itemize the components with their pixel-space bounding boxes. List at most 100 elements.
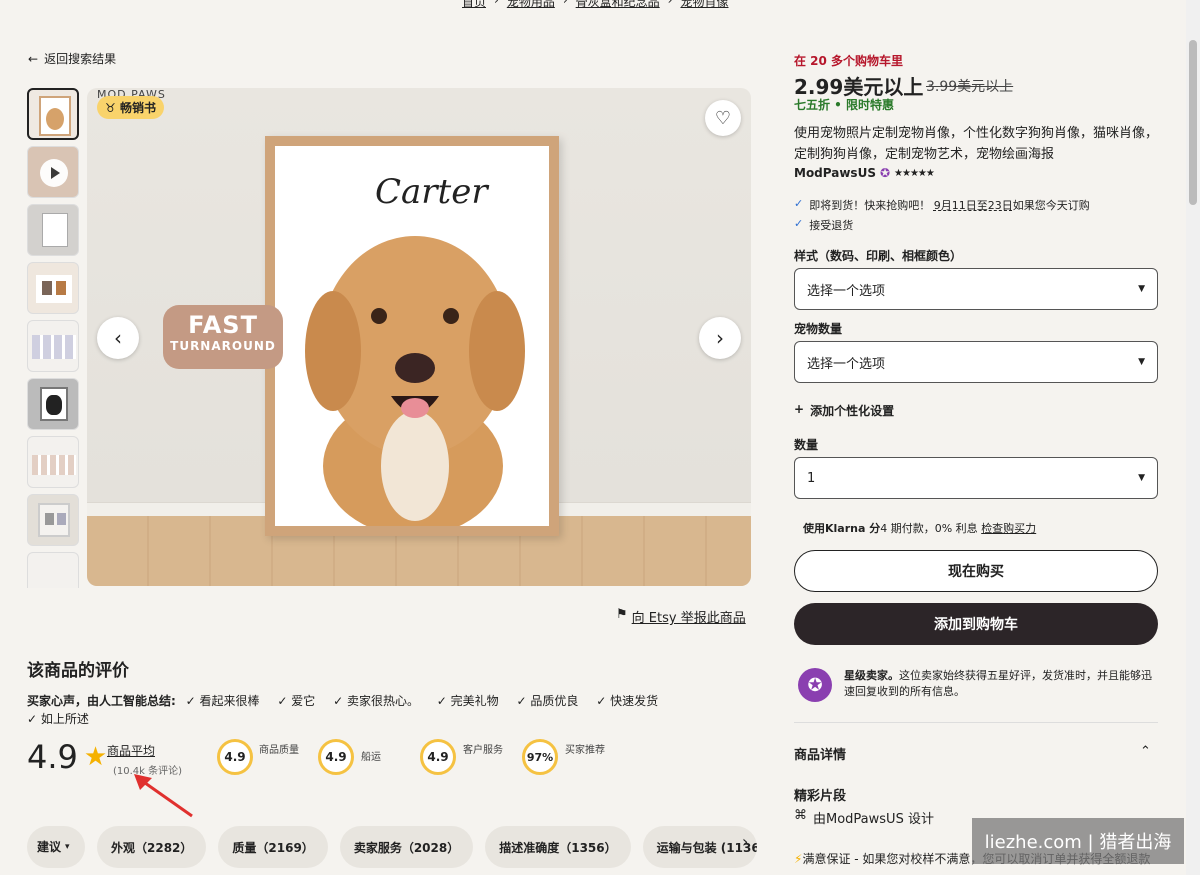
highlight-chip: ✓ 爱它 xyxy=(277,694,316,708)
score-shipping-label: 船运 xyxy=(361,752,381,763)
chevron-right-icon: › xyxy=(716,326,724,350)
thumbnail-6[interactable] xyxy=(27,378,79,430)
page-scrollbar[interactable] xyxy=(1186,0,1200,875)
star-icon: ★ xyxy=(83,742,108,772)
delivery-estimate: ✓ 即将到货！快来抢购吧！ 9月11日至23日如果您今天订购 xyxy=(794,197,1090,212)
chevron-up-icon[interactable]: ⌃ xyxy=(1140,744,1151,759)
rating-value: 4.9 xyxy=(27,738,78,776)
klarna-check-link[interactable]: 检查购买力 xyxy=(981,522,1036,535)
style-label: 样式（数码、印刷、相框颜色） xyxy=(794,249,963,263)
thumbnail-video[interactable] xyxy=(27,146,79,198)
play-icon xyxy=(40,159,68,187)
highlights-header: 精彩片段 xyxy=(794,789,847,804)
prev-image-button[interactable]: ‹ xyxy=(97,317,139,359)
flag-icon: ⚑ xyxy=(616,607,628,622)
filter-quality[interactable]: 质量（2169） xyxy=(218,826,328,868)
thumbnail-1[interactable] xyxy=(27,88,79,140)
klarna-info: 使用Klarna 分4 期付款，0% 利息 检查购买力 xyxy=(803,522,1037,535)
returns-info: ✓ 接受退货 xyxy=(794,217,854,232)
main-product-image: Carter MOD PAWS ♉ 畅销书 ♡ ‹ › FAST TURNARO… xyxy=(87,88,751,586)
item-details-header[interactable]: 商品详情 xyxy=(794,744,846,763)
highlight-chip: ✓ 完美礼物 xyxy=(436,694,499,708)
highlight-chip: ✓ 品质优良 xyxy=(516,694,579,708)
quantity-label: 数量 xyxy=(794,438,819,452)
pet-count-label: 宠物数量 xyxy=(794,322,843,336)
breadcrumb-pet-portraits[interactable]: 宠物肖像 xyxy=(680,0,728,10)
delivery-date[interactable]: 9月11日至23日 xyxy=(934,199,1013,212)
annotation-arrow-icon xyxy=(134,774,193,818)
shop-info: ModPawsUS ✪ ★★★★★ xyxy=(794,166,935,180)
buy-now-button[interactable]: 现在购买 xyxy=(794,550,1158,592)
thumbnail-strip xyxy=(27,88,81,588)
breadcrumb-pet-supplies[interactable]: 宠物用品 xyxy=(507,0,555,10)
shop-name-link[interactable]: ModPawsUS xyxy=(794,166,876,180)
fast-turnaround-label: FAST TURNAROUND xyxy=(163,305,283,369)
breadcrumb-separator-icon: › xyxy=(494,0,499,7)
score-shipping: 4.9 xyxy=(318,739,354,775)
add-to-cart-button[interactable]: 添加到购物车 xyxy=(794,603,1158,645)
filter-seller-service[interactable]: 卖家服务（2028） xyxy=(339,826,474,868)
sort-dropdown[interactable]: 建议 ▾ xyxy=(27,826,85,868)
star-seller-icon: ✪ xyxy=(879,166,891,180)
check-icon: ✓ xyxy=(794,217,804,230)
designed-by: ⌘ 由ModPawsUS 设计 xyxy=(794,808,934,827)
pet-count-select[interactable]: 选择一个选项 ▼ xyxy=(794,341,1158,383)
thumbnail-3[interactable] xyxy=(27,204,79,256)
favorite-heart-button[interactable]: ♡ xyxy=(705,100,741,136)
score-customer-service: 4.9 xyxy=(420,739,456,775)
score-quality-label: 商品质量 xyxy=(259,745,299,756)
in-carts-notice: 在 20 多个购物车里 xyxy=(794,54,904,68)
star-seller-badge-icon: ✪ xyxy=(798,668,832,702)
design-tool-icon: ⌘ xyxy=(794,808,807,823)
breadcrumb-urns[interactable]: 骨灰盒和纪念品 xyxy=(576,0,660,10)
item-average-label[interactable]: 商品平均 xyxy=(107,742,155,759)
add-personalization-button[interactable]: + 添加个性化设置 xyxy=(794,402,894,419)
trophy-icon: ♉ xyxy=(105,101,116,115)
breadcrumb-home[interactable]: 首页 xyxy=(462,0,486,10)
style-select[interactable]: 选择一个选项 ▼ xyxy=(794,268,1158,310)
score-recommend: 97% xyxy=(522,739,558,775)
highlight-chip: ✓ 卖家很热心。 xyxy=(333,694,419,708)
thumbnail-5[interactable] xyxy=(27,320,79,372)
thumbnail-8[interactable] xyxy=(27,494,79,546)
bestseller-badge: ♉ 畅销书 xyxy=(97,96,164,119)
next-image-button[interactable]: › xyxy=(699,317,741,359)
chevron-left-icon: ‹ xyxy=(114,326,122,350)
filter-accuracy[interactable]: 描述准确度（1356） xyxy=(485,826,631,868)
caret-down-icon: ▼ xyxy=(1138,473,1145,483)
quantity-select[interactable]: 1 ▼ xyxy=(794,457,1158,499)
reviews-title: 该商品的评价 xyxy=(27,661,129,681)
site-watermark: liezhe.com | 猎者出海 xyxy=(972,818,1184,864)
back-to-search-link[interactable]: ← 返回搜索结果 xyxy=(28,50,116,67)
check-icon: ✓ xyxy=(794,197,804,210)
original-price: 3.99美元以上 xyxy=(926,79,1014,95)
thumbnail-9[interactable] xyxy=(27,552,79,588)
highlight-chip: ✓ 如上所述 xyxy=(27,712,89,726)
filter-shipping[interactable]: 运输与包装 (1136) xyxy=(642,826,757,868)
caret-down-icon: ▼ xyxy=(1138,357,1145,367)
overall-rating: 4.9 ★ xyxy=(27,738,107,776)
thumbnail-4[interactable] xyxy=(27,262,79,314)
ai-summary-label: 买家心声，由人工智能总结: xyxy=(27,694,176,708)
filters-next-icon[interactable]: › xyxy=(742,832,748,851)
thumbnail-7[interactable] xyxy=(27,436,79,488)
product-title: 使用宠物照片定制宠物肖像，个性化数字狗狗肖像，猫咪肖像，定制狗狗肖像，定制宠物艺… xyxy=(794,126,1159,162)
caret-down-icon: ▼ xyxy=(1138,284,1145,294)
highlight-chip: ✓ 看起来很棒 xyxy=(185,694,260,708)
breadcrumb-separator-icon: › xyxy=(667,0,673,7)
shop-rating-stars: ★★★★★ xyxy=(894,167,935,179)
arrow-left-icon: ← xyxy=(28,51,39,66)
back-label: 返回搜索结果 xyxy=(44,52,117,66)
ai-review-summary: 买家心声，由人工智能总结: ✓ 看起来很棒 ✓ 爱它 ✓ 卖家很热心。 ✓ 完美… xyxy=(27,692,727,728)
score-quality: 4.9 xyxy=(217,739,253,775)
filter-appearance[interactable]: 外观（2282） xyxy=(97,826,207,868)
score-recommend-label: 买家推荐 xyxy=(565,745,605,756)
report-item-link[interactable]: ⚑ 向 Etsy 举报此商品 xyxy=(616,607,746,626)
caret-down-icon: ▾ xyxy=(65,842,70,852)
highlight-chip: ✓ 快速发货 xyxy=(596,694,659,708)
breadcrumb-separator-icon: › xyxy=(562,0,568,7)
star-seller-info: ✪ 星级卖家。这位卖家始终获得五星好评，发货准时，并且能够迅速回复收到的所有信息… xyxy=(798,668,1158,702)
heart-icon: ♡ xyxy=(714,107,732,129)
portrait-frame: Carter xyxy=(265,136,559,536)
review-filters: 建议 ▾ 外观（2282） 质量（2169） 卖家服务（2028） 描述准确度（1… xyxy=(27,826,757,868)
